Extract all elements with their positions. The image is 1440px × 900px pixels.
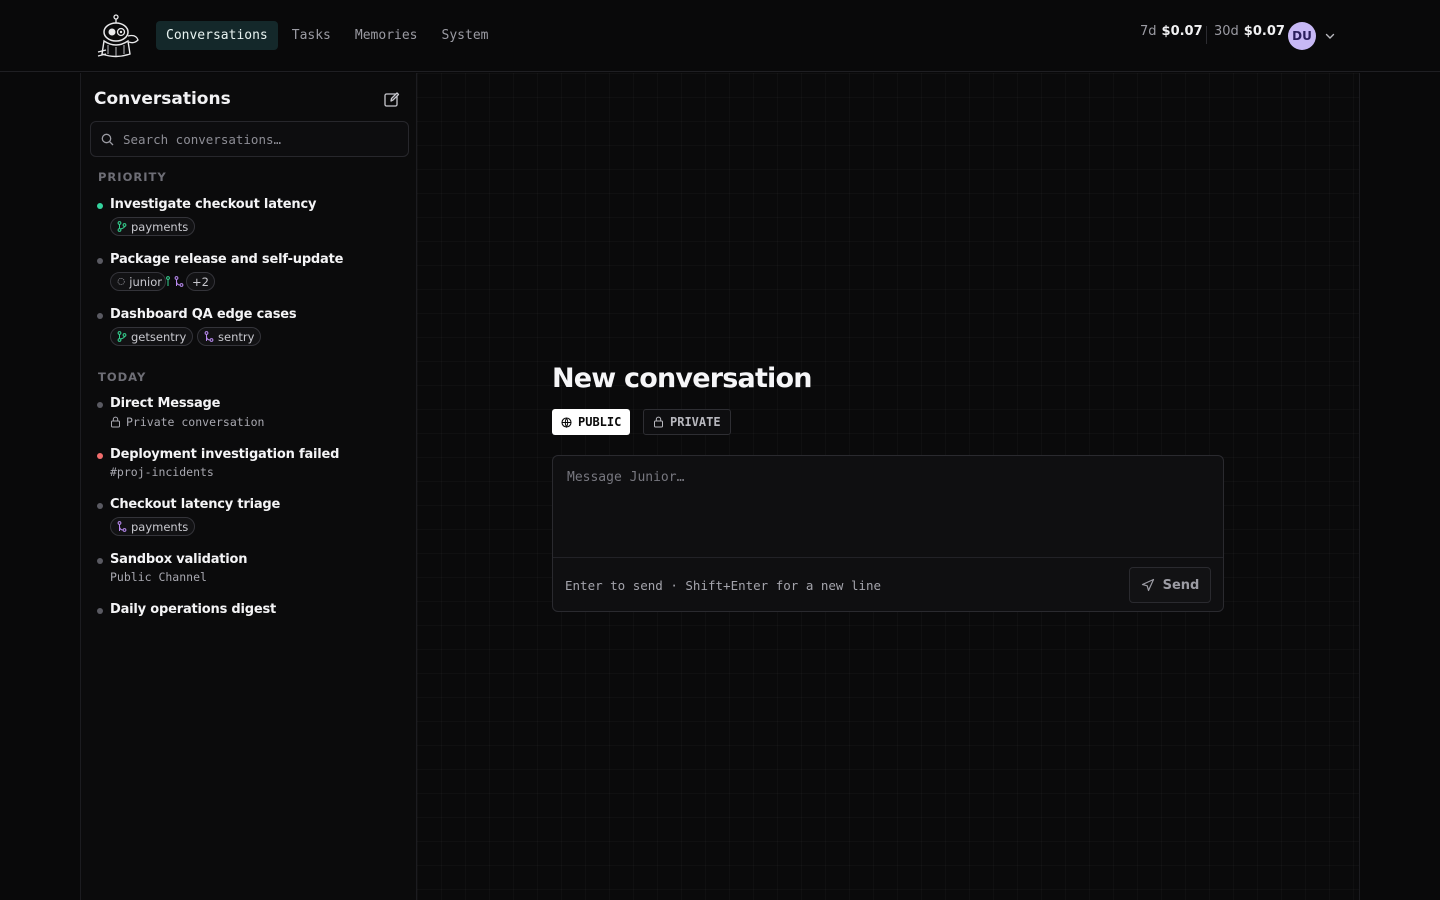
tag-label: getsentry: [131, 329, 187, 344]
globe-icon: [561, 416, 572, 428]
conversation-item[interactable]: Deployment investigation failed #proj-in…: [97, 447, 397, 481]
git-merge-icon: [174, 276, 184, 287]
subtitle-text: Public Channel: [110, 570, 207, 584]
conversation-item[interactable]: Checkout latency triage payments: [97, 497, 397, 537]
conversation-subtitle: Private conversation: [110, 415, 264, 429]
conversation-subtitle: #proj-incidents: [110, 465, 214, 479]
tag-label: +2: [192, 274, 209, 289]
main-nav: Conversations Tasks Memories System: [156, 21, 502, 50]
git-merge-icon: [117, 521, 127, 532]
status-dot: [97, 203, 103, 209]
send-icon: [1141, 578, 1154, 592]
conversation-title: Direct Message: [110, 396, 221, 411]
chevron-down-icon[interactable]: [1324, 30, 1336, 42]
conversation-title: Package release and self-update: [110, 252, 344, 267]
composer-hint: Enter to send · Shift+Enter for a new li…: [565, 578, 882, 593]
repo-tag: payments: [110, 517, 196, 536]
edit-icon[interactable]: [383, 91, 400, 108]
nav-memories[interactable]: Memories: [345, 21, 428, 50]
repo-tag: junior: [110, 272, 166, 291]
status-dot: [97, 258, 103, 264]
visibility-public-button[interactable]: PUBLIC: [552, 409, 631, 435]
user-avatar[interactable]: DU: [1288, 22, 1316, 50]
tag-label: payments: [131, 219, 189, 234]
cost-30d-label: 30d: [1214, 24, 1239, 39]
conversation-item[interactable]: Daily operations digest: [97, 602, 397, 622]
section-priority: PRIORITY: [98, 170, 167, 184]
conversation-item[interactable]: Package release and self-update junior +…: [97, 252, 397, 292]
cost-7d-value: $0.07: [1161, 24, 1203, 39]
conversation-title: Deployment investigation failed: [110, 447, 340, 462]
conversation-title: Dashboard QA edge cases: [110, 307, 297, 322]
search-icon: [101, 133, 114, 146]
repo-tag: getsentry: [110, 327, 194, 346]
visibility-private-button[interactable]: PRIVATE: [643, 409, 731, 435]
subtitle-text: Private conversation: [126, 415, 265, 429]
section-today: TODAY: [98, 370, 147, 384]
status-dot: [97, 558, 103, 564]
status-dot: [97, 503, 103, 509]
tag-label: sentry: [218, 329, 255, 344]
search-field[interactable]: [90, 121, 409, 157]
cost-30d-value: $0.07: [1243, 24, 1285, 39]
cost-7d: 7d $0.07: [1140, 24, 1203, 39]
conversation-title: Daily operations digest: [110, 602, 277, 617]
conversation-item[interactable]: Direct Message Private conversation: [97, 396, 397, 432]
repo-tag: payments: [110, 217, 196, 236]
loader-icon: [117, 277, 125, 286]
message-input[interactable]: [553, 456, 1223, 558]
conversation-title: Checkout latency triage: [110, 497, 281, 512]
conversation-item[interactable]: Investigate checkout latency payments: [97, 197, 397, 237]
git-branch-icon: [166, 276, 170, 286]
nav-system[interactable]: System: [432, 21, 499, 50]
more-tags-badge[interactable]: +2: [186, 272, 215, 291]
status-dot: [97, 608, 103, 614]
conversation-subtitle: Public Channel: [110, 570, 207, 584]
search-input[interactable]: [123, 122, 403, 156]
conversation-item[interactable]: Dashboard QA edge cases getsentry sentry: [97, 307, 397, 347]
send-button[interactable]: Send: [1129, 567, 1211, 603]
status-dot: [97, 402, 103, 408]
message-composer: Enter to send · Shift+Enter for a new li…: [552, 455, 1224, 612]
subtitle-text: #proj-incidents: [110, 465, 214, 479]
status-dot: [97, 313, 103, 319]
conversation-title: Sandbox validation: [110, 552, 248, 567]
nav-tasks[interactable]: Tasks: [282, 21, 341, 50]
send-label: Send: [1162, 577, 1200, 593]
cost-7d-label: 7d: [1140, 24, 1157, 39]
conversation-item[interactable]: Sandbox validation Public Channel: [97, 552, 397, 586]
tag-label: junior: [129, 274, 162, 289]
lock-icon: [111, 416, 120, 428]
main-right-border: [1359, 73, 1360, 900]
page-title: New conversation: [552, 363, 812, 394]
status-dot: [97, 453, 103, 459]
lock-icon: [654, 416, 663, 428]
nav-conversations[interactable]: Conversations: [156, 21, 278, 50]
sidebar-title: Conversations: [94, 89, 231, 109]
visibility-public-label: PUBLIC: [578, 415, 622, 429]
repo-tag: sentry: [197, 327, 262, 346]
cost-divider: [1206, 26, 1207, 44]
tag-label: payments: [131, 519, 189, 534]
top-bar: Conversations Tasks Memories System 7d $…: [0, 0, 1440, 72]
git-branch-icon: [117, 331, 127, 342]
conversation-title: Investigate checkout latency: [110, 197, 317, 212]
main-panel: New conversation PUBLIC PRIVATE Enter to…: [417, 73, 1360, 900]
git-branch-icon: [117, 221, 127, 232]
git-merge-icon: [204, 331, 214, 342]
robot-mascot-logo[interactable]: [94, 14, 140, 60]
cost-30d: 30d $0.07: [1214, 24, 1285, 39]
conversations-sidebar: Conversations PRIORITY Investigate check…: [80, 73, 417, 900]
visibility-private-label: PRIVATE: [670, 415, 721, 429]
